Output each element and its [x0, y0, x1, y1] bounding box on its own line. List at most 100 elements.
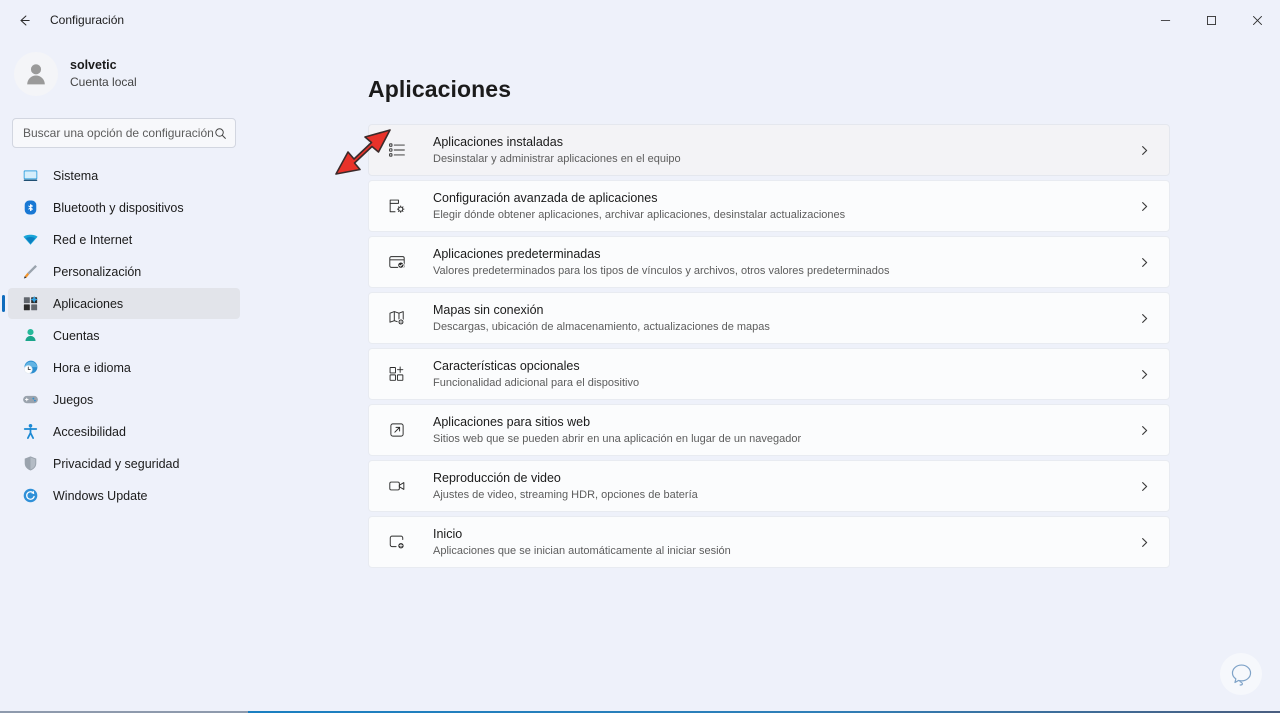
card-subtitle: Elegir dónde obtener aplicaciones, archi… — [433, 208, 846, 221]
startup-power-icon — [387, 533, 407, 551]
card-reproduccion-de-video[interactable]: Reproducción de video Ajustes de video, … — [368, 460, 1170, 512]
avatar — [14, 52, 58, 96]
update-icon — [22, 487, 39, 504]
card-aplicaciones-para-sitios-web[interactable]: Aplicaciones para sitios web Sitios web … — [368, 404, 1170, 456]
search-input[interactable] — [23, 126, 214, 140]
video-playback-camera-icon — [387, 477, 407, 495]
card-caracteristicas-opcionales[interactable]: Características opcionales Funcionalidad… — [368, 348, 1170, 400]
card-title: Inicio — [433, 526, 463, 541]
card-subtitle: Descargas, ubicación de almacenamiento, … — [433, 320, 770, 333]
card-aplicaciones-predeterminadas[interactable]: Aplicaciones predeterminadas Valores pre… — [368, 236, 1170, 288]
card-subtitle: Aplicaciones que se inician automáticame… — [433, 544, 731, 557]
card-title: Aplicaciones para sitios web — [433, 414, 591, 429]
chevron-right-icon — [1133, 537, 1155, 548]
card-aplicaciones-instaladas[interactable]: Aplicaciones instaladas Desinstalar y ad… — [368, 124, 1170, 176]
window-title: Configuración — [50, 13, 125, 27]
default-apps-check-icon — [387, 253, 407, 271]
sidebar-item-privacidad-y-seguridad[interactable]: Privacidad y seguridad — [8, 448, 240, 479]
back-button[interactable] — [6, 4, 42, 36]
card-configuracion-avanzada-de-aplicaciones[interactable]: Configuración avanzada de aplicaciones E… — [368, 180, 1170, 232]
accessibility-icon — [22, 423, 39, 440]
wifi-icon — [22, 231, 39, 248]
card-subtitle: Funcionalidad adicional para el disposit… — [433, 376, 640, 389]
monitor-icon — [22, 167, 39, 184]
card-inicio[interactable]: Inicio Aplicaciones que se inician autom… — [368, 516, 1170, 568]
app-settings-gear-icon — [387, 197, 407, 215]
search-icon — [215, 127, 226, 139]
sidebar-item-red-e-internet[interactable]: Red e Internet — [8, 224, 240, 255]
card-subtitle: Desinstalar y administrar aplicaciones e… — [433, 152, 681, 165]
sidebar-item-label: Aplicaciones — [53, 296, 124, 311]
page-title: Aplicaciones — [368, 76, 512, 102]
card-title: Aplicaciones instaladas — [433, 134, 563, 149]
chevron-right-icon — [1133, 313, 1155, 324]
sidebar-item-label: Sistema — [53, 168, 99, 183]
bluetooth-icon — [22, 199, 39, 216]
sidebar-item-windows-update[interactable]: Windows Update — [8, 480, 240, 511]
profile-name: solvetic — [70, 58, 117, 73]
sidebar-item-cuentas[interactable]: Cuentas — [8, 320, 240, 351]
sidebar-item-accesibilidad[interactable]: Accesibilidad — [8, 416, 240, 447]
chevron-right-icon — [1133, 145, 1155, 156]
feedback-chat-bubble-icon — [1231, 663, 1251, 686]
paintbrush-icon — [22, 263, 39, 280]
sidebar-nav: Sistema Bluetooth y dispositivos Red e I… — [2, 160, 240, 511]
sidebar-item-label: Windows Update — [53, 488, 148, 503]
chevron-right-icon — [1133, 201, 1155, 212]
sidebar-item-label: Accesibilidad — [53, 424, 126, 439]
clock-globe-icon — [22, 359, 39, 376]
close-button[interactable] — [1234, 0, 1280, 40]
web-apps-external-link-icon — [387, 421, 407, 439]
chevron-right-icon — [1133, 257, 1155, 268]
offline-maps-icon — [387, 309, 407, 327]
sidebar-item-label: Hora e idioma — [53, 360, 131, 375]
card-title: Características opcionales — [433, 358, 580, 373]
card-subtitle: Sitios web que se pueden abrir en una ap… — [433, 432, 802, 445]
gamepad-icon — [22, 391, 39, 408]
card-mapas-sin-conexion[interactable]: Mapas sin conexión Descargas, ubicación … — [368, 292, 1170, 344]
minimize-button[interactable] — [1142, 0, 1188, 40]
sidebar-item-sistema[interactable]: Sistema — [8, 160, 240, 191]
chevron-right-icon — [1133, 369, 1155, 380]
installed-apps-list-icon — [387, 141, 407, 159]
card-title: Mapas sin conexión — [433, 302, 544, 317]
card-subtitle: Ajustes de video, streaming HDR, opcione… — [433, 488, 698, 501]
main-content: Aplicaciones Aplicaciones instaladas Des… — [248, 40, 1280, 711]
window-controls — [1142, 0, 1280, 40]
profile-account-type: Cuenta local — [70, 75, 137, 90]
settings-window: Configuración solvetic Cuenta local Busc… — [0, 0, 1280, 713]
chevron-right-icon — [1133, 481, 1155, 492]
person-avatar-icon — [27, 64, 45, 85]
apps-icon — [22, 295, 39, 312]
back-arrow-icon — [20, 14, 30, 26]
sidebar: solvetic Cuenta local Buscar una opción … — [0, 40, 248, 711]
sidebar-item-bluetooth-y-dispositivos[interactable]: Bluetooth y dispositivos — [8, 192, 240, 223]
chevron-right-icon — [1133, 425, 1155, 436]
settings-card-list: Aplicaciones instaladas Desinstalar y ad… — [368, 124, 1170, 568]
sidebar-item-label: Cuentas — [53, 328, 100, 343]
card-title: Reproducción de video — [433, 470, 561, 485]
sidebar-item-label: Privacidad y seguridad — [53, 456, 180, 471]
sidebar-item-label: Personalización — [53, 264, 142, 279]
sidebar-item-juegos[interactable]: Juegos — [8, 384, 240, 415]
maximize-button[interactable] — [1188, 0, 1234, 40]
card-subtitle: Valores predeterminados para los tipos d… — [433, 264, 890, 277]
sidebar-item-label: Red e Internet — [53, 232, 133, 247]
sidebar-item-label: Juegos — [53, 392, 94, 407]
shield-icon — [22, 455, 39, 472]
profile-card[interactable]: solvetic Cuenta local — [8, 44, 240, 104]
sidebar-item-aplicaciones[interactable]: Aplicaciones — [2, 288, 240, 319]
feedback-button[interactable] — [1220, 653, 1262, 695]
sidebar-item-label: Bluetooth y dispositivos — [53, 200, 184, 215]
minimize-icon — [1160, 19, 1170, 21]
optional-features-grid-plus-icon — [387, 365, 407, 383]
account-icon — [22, 327, 39, 344]
maximize-icon — [1206, 15, 1216, 25]
search-box[interactable] — [12, 118, 236, 148]
title-bar: Configuración — [0, 0, 1280, 40]
sidebar-item-personalizacion[interactable]: Personalización — [8, 256, 240, 287]
close-icon — [1252, 15, 1262, 25]
card-title: Aplicaciones predeterminadas — [433, 246, 601, 261]
sidebar-item-hora-e-idioma[interactable]: Hora e idioma — [8, 352, 240, 383]
card-title: Configuración avanzada de aplicaciones — [433, 190, 658, 205]
